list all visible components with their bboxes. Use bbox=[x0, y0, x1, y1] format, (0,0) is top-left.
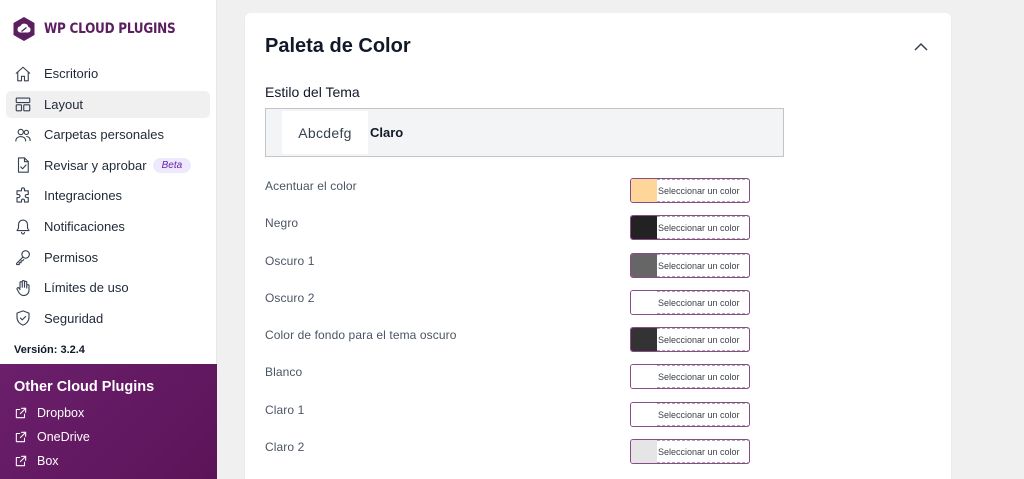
sidebar-item-layout[interactable]: Layout bbox=[6, 90, 210, 118]
color-label: Acentuar el color bbox=[265, 179, 357, 193]
select-color-label: Seleccionar un color bbox=[657, 290, 749, 314]
theme-style-select[interactable]: Abcdefg Claro bbox=[265, 108, 784, 157]
color-label: Color de fondo para el tema oscuro bbox=[265, 328, 457, 343]
color-row: Claro 1 Seleccionar un color bbox=[265, 399, 755, 436]
select-color-button[interactable]: Seleccionar un color bbox=[630, 289, 750, 315]
color-label: Negro bbox=[265, 216, 299, 231]
color-swatch bbox=[631, 253, 657, 277]
select-color-label: Seleccionar un color bbox=[657, 402, 749, 426]
beta-badge: Beta bbox=[152, 157, 192, 173]
onedrive-link-label: OneDrive bbox=[37, 430, 90, 444]
theme-name: Claro bbox=[370, 125, 404, 140]
color-row: Color de fondo para el tema oscuro Selecc… bbox=[265, 324, 755, 361]
color-row: Blanco Seleccionar un color bbox=[265, 361, 755, 398]
sidebar-item-label: Seguridad bbox=[44, 310, 104, 326]
select-color-label: Seleccionar un color bbox=[657, 216, 749, 240]
select-color-button[interactable]: Seleccionar un color bbox=[630, 252, 750, 278]
color-swatch bbox=[631, 290, 657, 314]
dropbox-link[interactable]: Dropbox bbox=[14, 406, 84, 420]
box-link-label: Box bbox=[37, 454, 59, 468]
brand-name: WP CLOUD PLUGINS bbox=[44, 21, 176, 37]
theme-preview: Abcdefg bbox=[282, 111, 368, 154]
collapse-button[interactable] bbox=[913, 39, 929, 55]
sidebar-item-revisar-aprobar[interactable]: Revisar y aprobar Beta bbox=[6, 152, 210, 179]
theme-style-label: Estilo del Tema bbox=[265, 84, 360, 100]
sidebar: WP CLOUD PLUGINS Escritorio Layout Carpe… bbox=[0, 0, 217, 479]
color-row: Claro 2 Seleccionar un color bbox=[265, 436, 755, 473]
select-color-label: Seleccionar un color bbox=[657, 253, 749, 277]
onedrive-link[interactable]: OneDrive bbox=[14, 430, 90, 444]
sidebar-nav: Escritorio Layout Carpetas personales Re… bbox=[6, 60, 210, 335]
sidebar-item-integraciones[interactable]: Integraciones bbox=[6, 182, 210, 209]
select-color-label: Seleccionar un color bbox=[657, 179, 749, 202]
sidebar-item-label: Límites de uso bbox=[44, 280, 129, 296]
color-swatch bbox=[631, 402, 657, 426]
sidebar-item-carpetas-personales[interactable]: Carpetas personales bbox=[6, 121, 210, 148]
color-label: Blanco bbox=[265, 365, 303, 380]
color-row: Oscuro 2 Seleccionar un color bbox=[265, 287, 755, 324]
other-plugins-section: Other Cloud Plugins Dropbox OneDrive Box bbox=[0, 364, 217, 479]
layout-icon bbox=[14, 95, 32, 113]
select-color-button[interactable]: Seleccionar un color bbox=[630, 215, 750, 241]
sidebar-item-label: Notificaciones bbox=[44, 218, 125, 234]
shield-check-icon bbox=[14, 309, 32, 327]
select-color-label: Seleccionar un color bbox=[657, 365, 749, 389]
chevron-up-icon bbox=[914, 42, 928, 51]
sidebar-item-label: Escritorio bbox=[44, 66, 99, 81]
color-row: Acentuar el color Seleccionar un color bbox=[265, 175, 755, 212]
color-rows: Acentuar el color Seleccionar un color Neg… bbox=[265, 175, 755, 473]
home-icon bbox=[14, 65, 32, 83]
version-label: Versión: 3.2.4 bbox=[14, 344, 85, 356]
sidebar-item-label: Permisos bbox=[44, 249, 99, 265]
color-label: Oscuro 1 bbox=[265, 253, 315, 268]
sidebar-item-escritorio[interactable]: Escritorio bbox=[6, 60, 210, 87]
external-link-icon bbox=[15, 407, 27, 419]
hand-icon bbox=[14, 279, 32, 297]
external-link-icon bbox=[15, 431, 27, 443]
color-swatch bbox=[631, 328, 657, 352]
sidebar-item-label: Layout bbox=[44, 96, 84, 112]
sidebar-item-limites-uso[interactable]: Límites de uso bbox=[6, 274, 210, 301]
users-icon bbox=[14, 126, 32, 144]
color-label: Claro 1 bbox=[265, 402, 305, 417]
color-row: Oscuro 1 Seleccionar un color bbox=[265, 250, 755, 287]
color-row: Negro Seleccionar un color bbox=[265, 212, 755, 249]
box-link[interactable]: Box bbox=[14, 454, 59, 468]
sidebar-item-label: Revisar y aprobar bbox=[44, 157, 147, 173]
color-label: Oscuro 2 bbox=[265, 290, 315, 305]
color-swatch bbox=[631, 179, 657, 202]
external-link-icon bbox=[15, 455, 27, 467]
puzzle-icon bbox=[14, 187, 32, 205]
select-color-label: Seleccionar un color bbox=[657, 328, 749, 352]
color-swatch bbox=[631, 440, 657, 464]
sidebar-item-label: Carpetas personales bbox=[44, 127, 164, 143]
color-palette-panel: Paleta de Color Estilo del Tema Abcdefg … bbox=[245, 13, 951, 479]
sidebar-item-permisos[interactable]: Permisos bbox=[6, 244, 210, 271]
other-plugins-title: Other Cloud Plugins bbox=[14, 379, 155, 395]
color-label: Claro 2 bbox=[265, 440, 305, 455]
select-color-label: Seleccionar un color bbox=[657, 440, 749, 464]
panel-title: Paleta de Color bbox=[265, 35, 411, 57]
document-check-icon bbox=[14, 156, 32, 174]
sidebar-item-seguridad[interactable]: Seguridad bbox=[6, 305, 210, 332]
dropbox-link-label: Dropbox bbox=[37, 406, 85, 420]
sidebar-item-label: Integraciones bbox=[44, 188, 123, 204]
brand[interactable]: WP CLOUD PLUGINS bbox=[12, 16, 197, 42]
cloud-logo-icon bbox=[13, 17, 35, 41]
color-swatch bbox=[631, 216, 657, 240]
select-color-button[interactable]: Seleccionar un color bbox=[630, 401, 750, 427]
sidebar-item-notificaciones[interactable]: Notificaciones bbox=[6, 213, 210, 240]
bell-icon bbox=[14, 217, 32, 235]
select-color-button[interactable]: Seleccionar un color bbox=[630, 364, 750, 390]
key-icon bbox=[14, 248, 32, 266]
select-color-button[interactable]: Seleccionar un color bbox=[630, 178, 750, 203]
select-color-button[interactable]: Seleccionar un color bbox=[630, 327, 750, 353]
color-swatch bbox=[631, 365, 657, 389]
select-color-button[interactable]: Seleccionar un color bbox=[630, 439, 750, 465]
